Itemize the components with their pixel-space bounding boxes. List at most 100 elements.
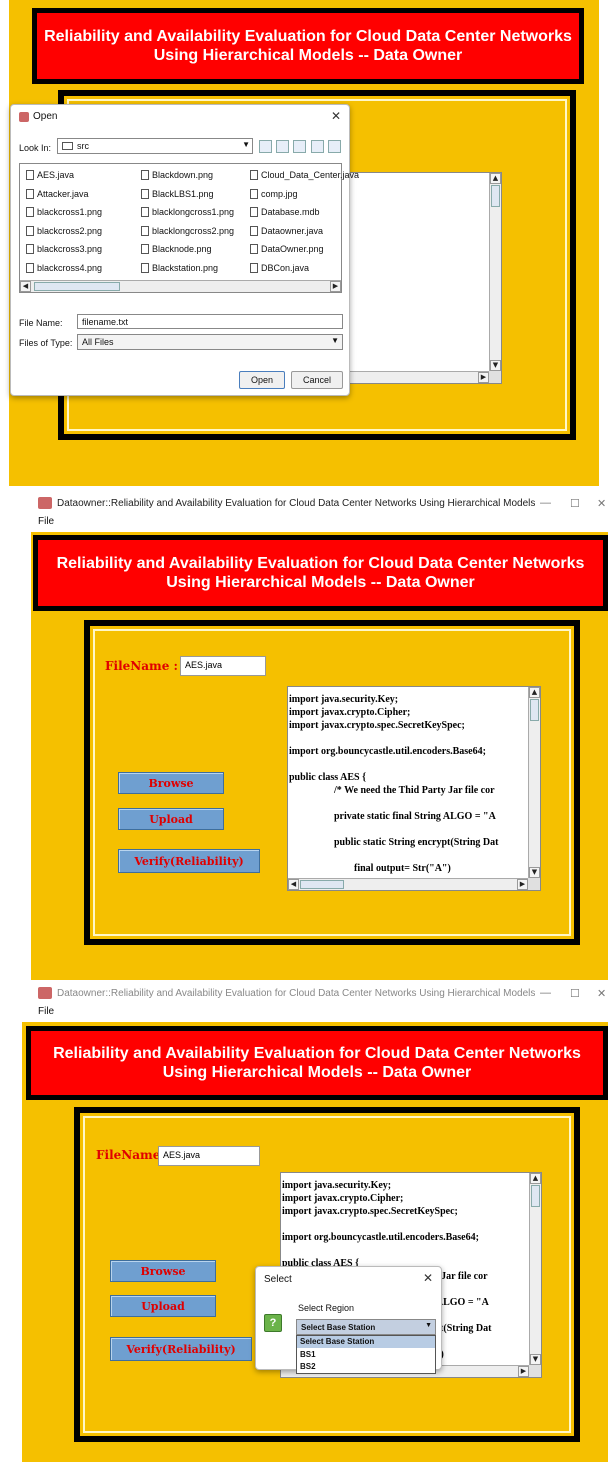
file-list-item[interactable]: blackcross4.png xyxy=(26,262,103,273)
file-list-item[interactable]: comp.jpg xyxy=(250,188,298,199)
file-list-item[interactable]: DBCon.java xyxy=(250,262,310,273)
minimize-icon[interactable]: — xyxy=(540,987,551,999)
upload-button[interactable]: Upload xyxy=(110,1295,216,1317)
file-list-item[interactable]: blackcross2.png xyxy=(26,225,103,236)
file-name-input[interactable]: filename.txt xyxy=(77,314,343,329)
verify-reliability-button[interactable]: Verify(Reliability) xyxy=(118,849,260,873)
file-list-item[interactable]: Cloud_Data_Center.java xyxy=(250,170,359,180)
file-icon xyxy=(250,188,258,199)
file-name: blacklongcross2.png xyxy=(152,225,235,236)
close-button[interactable]: ✕ xyxy=(423,1271,433,1285)
file-name: Blackdown.png xyxy=(152,170,214,180)
files-of-type-label: Files of Type: xyxy=(19,338,73,348)
file-list-item[interactable]: Dataowner.java xyxy=(250,225,324,236)
code-vscroll[interactable]: ▲ ▼ xyxy=(528,687,540,878)
file-name-label: File Name: xyxy=(19,318,63,328)
code-text: import java.security.Key; import javax.c… xyxy=(289,694,499,874)
open-file-dialog: Open ✕ Look In: src ▼ AES.java Attacker.j… xyxy=(10,104,359,396)
file-name: blacklongcross1.png xyxy=(152,207,235,217)
file-list-item[interactable]: AES.java xyxy=(26,170,74,180)
file-icon xyxy=(250,207,258,217)
up-folder-icon[interactable] xyxy=(259,140,272,153)
file-name: blackcross4.png xyxy=(37,262,103,273)
option-bs2[interactable]: BS2 xyxy=(297,1361,435,1373)
file-list-item[interactable]: Attacker.java xyxy=(26,188,89,199)
file-name: blackcross2.png xyxy=(37,225,103,236)
folder-icon xyxy=(62,142,73,150)
look-in-value: src xyxy=(77,141,89,151)
dialog-title: Open xyxy=(19,111,57,122)
file-name: comp.jpg xyxy=(261,188,298,199)
window-title: Dataowner::Reliability and Availability … xyxy=(57,987,536,999)
files-of-type-combo[interactable]: All Files ▼ xyxy=(77,334,343,350)
java-cup-icon xyxy=(19,111,29,122)
filename-input[interactable]: AES.java xyxy=(158,1146,260,1166)
question-icon: ? xyxy=(264,1314,282,1332)
dialog-title: Select xyxy=(264,1274,292,1285)
file-list-item[interactable]: BlackLBS1.png xyxy=(141,188,214,199)
file-list-item[interactable]: blackcross3.png xyxy=(26,244,102,254)
file-list: AES.java Attacker.java blackcross1.png blac… xyxy=(19,163,359,293)
file-list-item[interactable]: blackcross1.png xyxy=(26,207,102,217)
file-icon xyxy=(26,170,34,180)
app-banner: Reliability and Availability Evaluation … xyxy=(33,535,608,611)
file-name: DataOwner.png xyxy=(261,244,324,254)
chevron-down-icon: ▼ xyxy=(331,336,339,345)
base-station-options: Select Base Station BS1 BS2 xyxy=(296,1335,436,1374)
close-button[interactable]: ✕ xyxy=(331,109,341,123)
code-hscroll[interactable]: ◀ ▶ xyxy=(288,878,528,890)
browse-button[interactable]: Browse xyxy=(110,1260,216,1282)
close-icon[interactable]: ✕ xyxy=(597,497,606,510)
menu-bar: File xyxy=(0,1004,608,1020)
menu-file[interactable]: File xyxy=(38,516,54,527)
java-cup-icon xyxy=(38,987,52,999)
file-list-item[interactable]: DataOwner.png xyxy=(250,244,324,254)
file-list-item[interactable]: Blacknode.png xyxy=(141,244,212,254)
filename-label: FileName : xyxy=(105,659,178,673)
file-icon xyxy=(26,207,34,217)
list-view-icon[interactable] xyxy=(311,140,324,153)
file-list-item[interactable]: blacklongcross2.png xyxy=(141,225,235,236)
file-icon xyxy=(26,225,34,236)
browse-button[interactable]: Browse xyxy=(118,772,224,794)
app-banner: Reliability and Availability Evaluation … xyxy=(26,1026,608,1100)
select-region-dialog: Select ✕ ? Select Region Select Base Sta… xyxy=(255,1266,442,1374)
filename-input[interactable]: AES.java xyxy=(180,656,266,676)
upload-button[interactable]: Upload xyxy=(118,808,224,830)
file-name: DBCon.java xyxy=(261,262,310,273)
file-list-item[interactable]: Database.mdb xyxy=(250,207,320,217)
new-folder-icon[interactable] xyxy=(293,140,306,153)
file-list-hscroll[interactable]: ◀ ▶ xyxy=(20,280,341,292)
file-list-item[interactable]: Blackstation.png xyxy=(141,262,219,273)
file-list-item[interactable]: blacklongcross1.png xyxy=(141,207,234,217)
details-view-icon[interactable] xyxy=(328,140,341,153)
option-select-base-station[interactable]: Select Base Station xyxy=(297,1336,435,1348)
code-textarea[interactable]: import java.security.Key; import javax.c… xyxy=(287,686,541,891)
menu-bar: File xyxy=(0,514,608,530)
file-name: Blackstation.png xyxy=(152,262,219,273)
maximize-icon[interactable]: ☐ xyxy=(570,497,580,510)
screenshot-dataowner-form: Dataowner::Reliability and Availability … xyxy=(0,492,608,980)
file-name: Dataowner.java xyxy=(261,225,324,236)
app-banner: Reliability and Availability Evaluation … xyxy=(32,8,584,84)
home-icon[interactable] xyxy=(276,140,289,153)
screenshot-select-region: Dataowner::Reliability and Availability … xyxy=(0,982,608,1462)
file-icon xyxy=(141,207,149,217)
minimize-icon[interactable]: — xyxy=(540,497,551,509)
chevron-down-icon: ▼ xyxy=(242,140,250,149)
file-icon xyxy=(26,244,34,254)
code-vscroll[interactable]: ▲ ▼ xyxy=(529,1173,541,1365)
option-bs1[interactable]: BS1 xyxy=(297,1349,435,1361)
cancel-button[interactable]: Cancel xyxy=(291,371,343,389)
close-icon[interactable]: ✕ xyxy=(597,987,606,1000)
verify-reliability-button[interactable]: Verify(Reliability) xyxy=(110,1337,252,1361)
menu-file[interactable]: File xyxy=(38,1006,54,1017)
file-name: Cloud_Data_Center.java xyxy=(261,170,360,180)
base-station-combo[interactable]: Select Base Station ▼ xyxy=(296,1319,436,1335)
chevron-down-icon: ▼ xyxy=(425,1322,432,1329)
maximize-icon[interactable]: ☐ xyxy=(570,987,580,1000)
look-in-combo[interactable]: src ▼ xyxy=(57,138,253,154)
file-list-item[interactable]: Blackdown.png xyxy=(141,170,213,180)
open-button[interactable]: Open xyxy=(239,371,285,389)
file-icon xyxy=(250,170,258,180)
